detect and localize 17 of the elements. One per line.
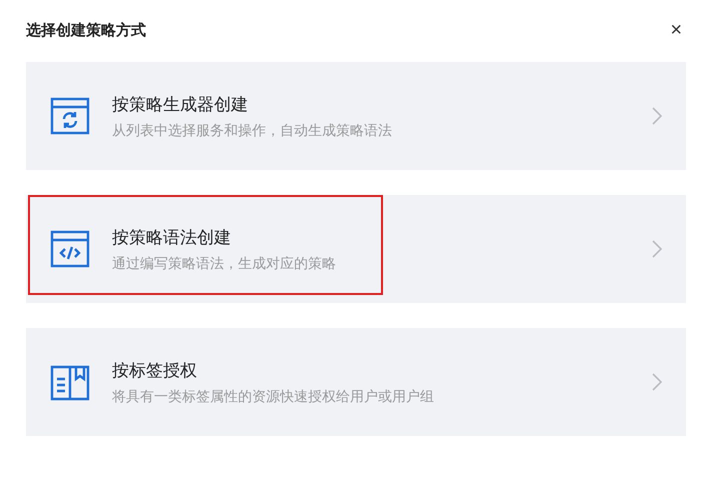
chevron-right-icon [652,373,662,391]
option-title: 按策略语法创建 [112,226,232,248]
option-description: 通过编写策略语法，生成对应的策略 [112,254,337,272]
option-card[interactable]: 按策略生成器创建 从列表中选择服务和操作，自动生成策略语法 [26,62,686,170]
option-description: 从列表中选择服务和操作，自动生成策略语法 [112,122,393,140]
close-button[interactable]: × [666,20,686,40]
refresh-window-icon [50,97,90,135]
chevron-right-icon [652,240,662,258]
code-window-icon [50,230,90,268]
option-title: 按策略生成器创建 [112,94,249,116]
option-card[interactable]: 按标签授权 将具有一类标签属性的资源快速授权给用户或用户组 [26,328,686,436]
option-card[interactable]: 按策略语法创建 通过编写策略语法，生成对应的策略 [26,195,686,303]
dialog-title: 选择创建策略方式 [26,20,146,40]
option-title: 按标签授权 [112,360,198,382]
option-description: 将具有一类标签属性的资源快速授权给用户或用户组 [112,388,435,406]
book-icon [50,363,90,401]
chevron-right-icon [652,107,662,125]
